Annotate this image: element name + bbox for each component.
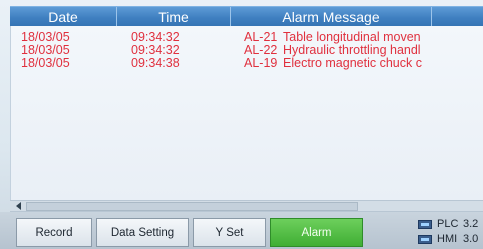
row-alarm-message: Electro magnetic chuck c <box>283 56 422 70</box>
hmi-version: 3.0 <box>463 233 479 245</box>
row-alarm-code: AL-21 <box>244 30 278 44</box>
horizontal-scrollbar[interactable] <box>10 200 483 212</box>
row-alarm-message: Hydraulic throttling handl <box>283 43 421 57</box>
row-date: 18/03/05 <box>21 56 70 70</box>
column-header-alarm-message[interactable]: Alarm Message <box>231 7 432 27</box>
row-alarm-message: Table longitudinal moven <box>283 30 421 44</box>
y-set-button[interactable]: Y Set <box>193 218 266 247</box>
row-date: 18/03/05 <box>21 43 70 57</box>
table-row[interactable]: 18/03/05 09:34:38 AL-19 Electro magnetic… <box>11 56 483 70</box>
table-row[interactable]: 18/03/05 09:34:32 AL-22 Hydraulic thrott… <box>11 43 483 57</box>
hmi-label: HMI <box>437 233 458 245</box>
column-header-date[interactable]: Date <box>10 7 117 27</box>
plc-version: 3.2 <box>463 218 479 230</box>
alarm-button[interactable]: Alarm <box>270 218 363 247</box>
column-header-filler <box>432 7 483 27</box>
data-setting-button[interactable]: Data Setting <box>96 218 189 247</box>
alarm-table-header: Date Time Alarm Message <box>10 6 483 27</box>
scrollbar-thumb[interactable] <box>26 202 358 211</box>
hmi-status: HMI 3.0 <box>418 233 478 245</box>
plc-device-icon <box>418 219 432 229</box>
row-alarm-code: AL-22 <box>244 43 278 57</box>
alarm-screen: Date Time Alarm Message 18/03/05 09:34:3… <box>0 0 483 249</box>
row-date: 18/03/05 <box>21 30 70 44</box>
column-header-time[interactable]: Time <box>117 7 231 27</box>
row-time: 09:34:32 <box>131 43 180 57</box>
hmi-device-icon <box>418 234 432 244</box>
plc-label: PLC <box>437 218 459 230</box>
row-time: 09:34:38 <box>131 56 180 70</box>
row-alarm-code: AL-19 <box>244 56 278 70</box>
row-time: 09:34:32 <box>131 30 180 44</box>
plc-status: PLC 3.2 <box>418 218 478 230</box>
record-button[interactable]: Record <box>16 218 92 247</box>
table-row[interactable]: 18/03/05 09:34:32 AL-21 Table longitudin… <box>11 30 483 44</box>
bottom-toolbar: Record Data Setting Y Set Alarm PLC 3.2 … <box>0 212 483 249</box>
alarm-table-body: 18/03/05 09:34:32 AL-21 Table longitudin… <box>10 26 483 200</box>
scroll-left-arrow-icon[interactable] <box>16 202 21 210</box>
